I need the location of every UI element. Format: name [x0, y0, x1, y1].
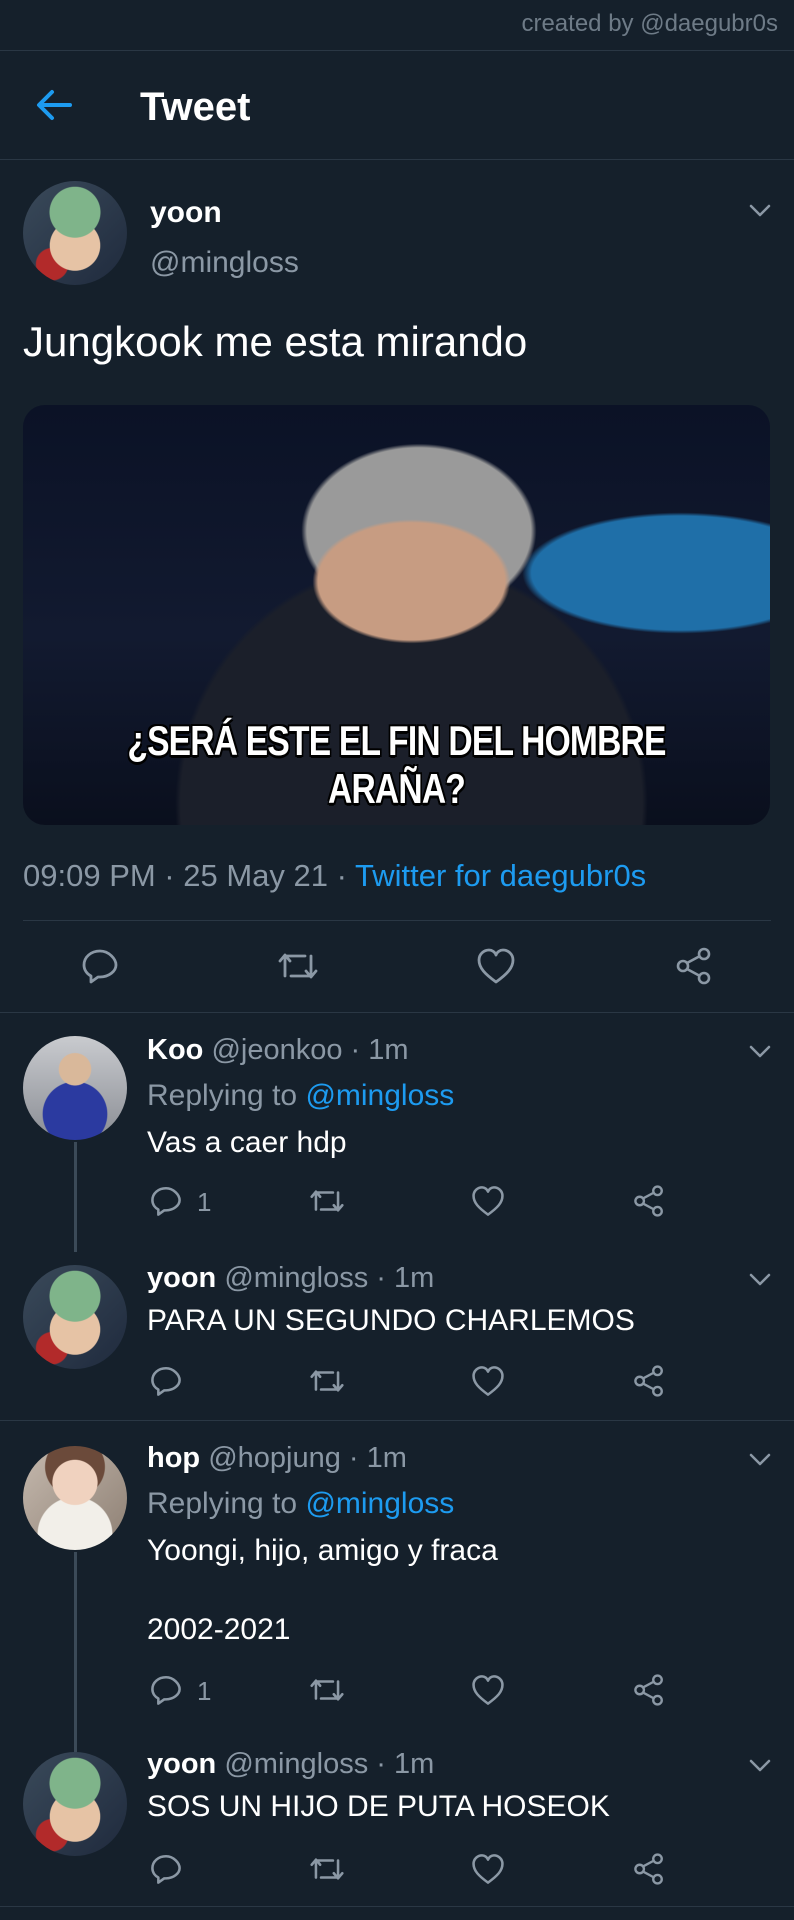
chevron-down-icon[interactable] — [748, 1452, 772, 1468]
thread-line — [74, 1142, 77, 1252]
author-handle-time: @hopjung · 1m — [208, 1442, 407, 1474]
share-icon[interactable] — [632, 1673, 666, 1707]
image-caption: ¿SERÁ ESTE EL FIN DEL HOMBRE ARAÑA? — [127, 717, 666, 812]
tweet-source-link[interactable]: Twitter for daegubr0s — [355, 858, 646, 893]
replying-to: Replying to @mingloss — [147, 1079, 455, 1112]
reply-icon[interactable] — [149, 1184, 183, 1218]
retweet-icon[interactable] — [308, 1852, 346, 1886]
share-icon[interactable] — [674, 946, 714, 986]
page-title: Tweet — [140, 85, 251, 129]
avatar[interactable] — [23, 1036, 127, 1140]
reply-text: Vas a caer hdp — [147, 1126, 347, 1159]
chevron-down-icon[interactable] — [748, 203, 772, 219]
reply-header: yoon @mingloss · 1m — [147, 1748, 434, 1781]
replying-to: Replying to @mingloss — [147, 1487, 455, 1520]
reply-icon[interactable] — [80, 946, 120, 986]
divider — [0, 1906, 794, 1907]
reply-count: 1 — [197, 1676, 212, 1706]
reply-text: PARA UN SEGUNDO CHARLEMOS — [147, 1304, 635, 1337]
heart-icon[interactable] — [475, 946, 517, 986]
mention-link[interactable]: @mingloss — [305, 1079, 454, 1112]
avatar[interactable] — [23, 1265, 127, 1369]
reply-icon[interactable] — [149, 1852, 183, 1886]
author-handle[interactable]: @mingloss — [150, 246, 299, 280]
divider — [0, 1420, 794, 1421]
share-icon[interactable] — [632, 1852, 666, 1886]
avatar[interactable] — [23, 181, 127, 285]
tweet-timestamp: 09:09 PM · 25 May 21 · — [23, 858, 355, 893]
heart-icon[interactable] — [470, 1364, 506, 1398]
tweet-media-image[interactable]: ¿SERÁ ESTE EL FIN DEL HOMBRE ARAÑA? — [23, 405, 770, 825]
share-icon[interactable] — [632, 1184, 666, 1218]
author-handle-time: @mingloss · 1m — [224, 1748, 435, 1780]
author-handle-time: @jeonkoo · 1m — [211, 1034, 409, 1066]
arrow-left-icon — [37, 90, 72, 120]
chevron-down-icon[interactable] — [748, 1044, 772, 1060]
credit-watermark: created by @daegubr0s — [521, 10, 778, 37]
reply-text-line2: 2002-2021 — [147, 1613, 291, 1646]
retweet-icon[interactable] — [308, 1673, 346, 1707]
divider — [0, 1012, 794, 1013]
avatar[interactable] — [23, 1752, 127, 1856]
tweet-meta: 09:09 PM · 25 May 21 · Twitter for daegu… — [23, 858, 646, 894]
divider — [23, 920, 771, 921]
reply-icon[interactable] — [149, 1364, 183, 1398]
tweet-actions — [0, 940, 794, 1000]
heart-icon[interactable] — [470, 1852, 506, 1886]
reply-text: SOS UN HIJO DE PUTA HOSEOK — [147, 1790, 610, 1823]
divider — [0, 159, 794, 160]
author-handle-time: @mingloss · 1m — [224, 1262, 435, 1294]
retweet-icon[interactable] — [308, 1364, 346, 1398]
reply-icon[interactable] — [149, 1673, 183, 1707]
thread-line — [74, 1552, 77, 1752]
author-name[interactable]: Koo — [147, 1034, 203, 1066]
author-name[interactable]: yoon — [150, 196, 222, 230]
heart-icon[interactable] — [470, 1184, 506, 1218]
chevron-down-icon[interactable] — [748, 1758, 772, 1774]
reply-text: Yoongi, hijo, amigo y fraca — [147, 1534, 498, 1567]
author-name[interactable]: yoon — [147, 1748, 216, 1780]
share-icon[interactable] — [632, 1364, 666, 1398]
tweet-text: Jungkook me esta mirando — [23, 318, 528, 365]
mention-link[interactable]: @mingloss — [305, 1487, 454, 1520]
reply-count: 1 — [197, 1187, 212, 1217]
chevron-down-icon[interactable] — [748, 1272, 772, 1288]
header: Tweet — [0, 51, 794, 159]
retweet-icon[interactable] — [276, 946, 320, 986]
reply-header: hop @hopjung · 1m — [147, 1442, 407, 1475]
heart-icon[interactable] — [470, 1673, 506, 1707]
retweet-icon[interactable] — [308, 1184, 346, 1218]
author-name[interactable]: yoon — [147, 1262, 216, 1294]
reply-header: yoon @mingloss · 1m — [147, 1262, 434, 1295]
reply-header: Koo @jeonkoo · 1m — [147, 1034, 409, 1067]
avatar[interactable] — [23, 1446, 127, 1550]
back-button[interactable] — [30, 81, 78, 129]
author-name[interactable]: hop — [147, 1442, 200, 1474]
